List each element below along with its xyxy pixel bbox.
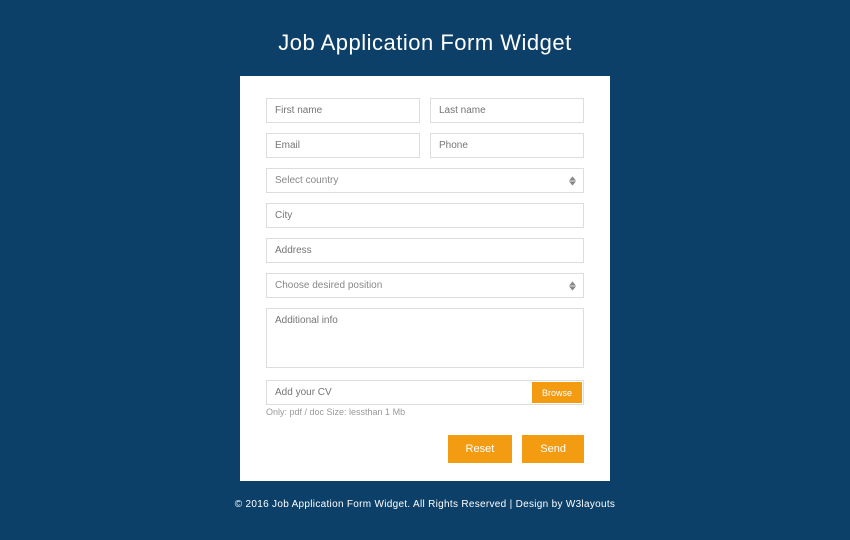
position-select[interactable]: Choose desired position <box>266 273 584 298</box>
cv-field[interactable] <box>267 381 531 404</box>
name-row <box>266 98 584 123</box>
form-card: Select country Choose desired position B… <box>240 76 610 481</box>
additional-info-field[interactable] <box>266 308 584 368</box>
country-select-wrap: Select country <box>266 168 584 193</box>
last-name-field[interactable] <box>430 98 584 123</box>
position-select-wrap: Choose desired position <box>266 273 584 298</box>
email-field[interactable] <box>266 133 420 158</box>
page-title: Job Application Form Widget <box>278 30 572 56</box>
footer-text: © 2016 Job Application Form Widget. All … <box>235 499 615 510</box>
cv-hint: Only: pdf / doc Size: lessthan 1 Mb <box>266 407 584 417</box>
country-select[interactable]: Select country <box>266 168 584 193</box>
reset-button[interactable]: Reset <box>448 435 513 463</box>
city-row <box>266 203 584 228</box>
send-button[interactable]: Send <box>522 435 584 463</box>
first-name-field[interactable] <box>266 98 420 123</box>
address-field[interactable] <box>266 238 584 263</box>
cv-row: Browse <box>266 380 584 405</box>
address-row <box>266 238 584 263</box>
browse-button[interactable]: Browse <box>532 382 582 403</box>
phone-field[interactable] <box>430 133 584 158</box>
city-field[interactable] <box>266 203 584 228</box>
buttons-row: Reset Send <box>266 435 584 463</box>
contact-row <box>266 133 584 158</box>
